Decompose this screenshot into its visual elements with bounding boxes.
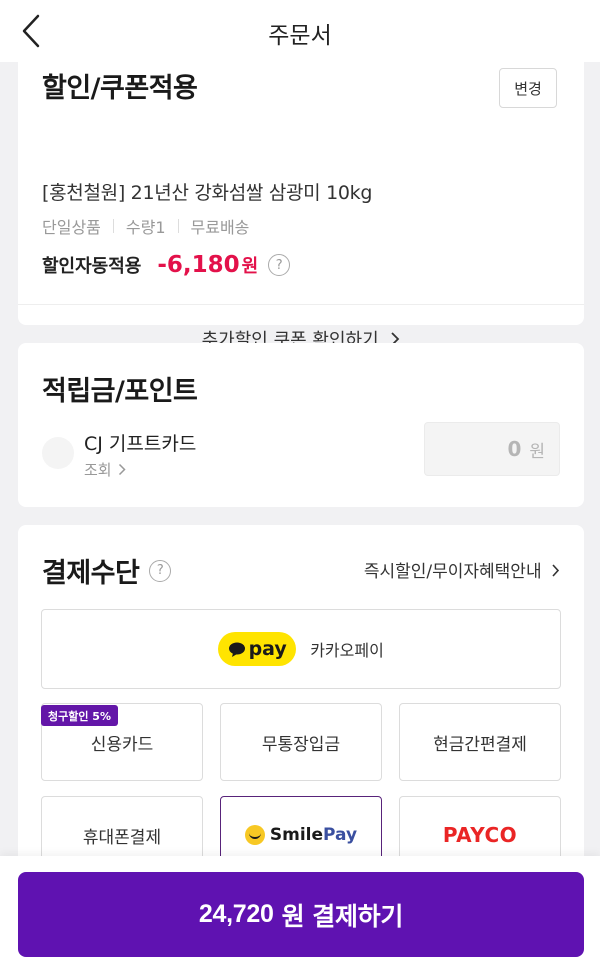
points-value: 0 (507, 437, 522, 461)
kakaopay-option[interactable]: pay 카카오페이 (41, 609, 561, 689)
chevron-right-icon (119, 463, 126, 476)
section-title: 할인/쿠폰적용 (42, 73, 198, 104)
kakaopay-label: 카카오페이 (310, 641, 384, 660)
promo-badge: 청구할인 5% (41, 705, 118, 726)
view-label: 조회 (84, 461, 112, 479)
benefit-link-label: 즉시할인/무이자혜택안내 (363, 562, 542, 582)
change-button[interactable]: 변경 (499, 68, 557, 108)
option-label: 현금간편결제 (433, 734, 527, 755)
points-amount-input[interactable]: 0 원 (424, 422, 560, 476)
cj-giftcard-radio[interactable] (42, 437, 74, 469)
pay-action-label: 결제하기 (312, 902, 404, 931)
auto-discount-row: 할인자동적용 -6,180 원 ? (42, 252, 291, 278)
meta-quantity: 수량1 (125, 218, 166, 237)
currency-unit: 원 (529, 441, 545, 462)
currency-unit: 원 (241, 256, 259, 277)
option-label: 신용카드 (90, 734, 154, 755)
chevron-right-icon (552, 564, 560, 577)
cash-easy-pay-option[interactable]: 현금간편결제 (399, 703, 561, 781)
page-title: 주문서 (268, 23, 332, 49)
product-meta: 단일상품 수량1 무료배송 (42, 214, 249, 238)
section-title: 결제수단 (42, 558, 140, 589)
help-icon[interactable]: ? (149, 559, 172, 582)
divider (112, 219, 114, 233)
currency-unit: 원 (281, 902, 305, 931)
product-name: [홍천철원] 21년산 강화섬쌀 삼광미 10kg (42, 182, 373, 204)
points-section: 적립금/포인트 CJ 기프트카드 조회 0 원 (18, 343, 584, 507)
meta-shipping: 무료배송 (190, 218, 250, 237)
discount-coupon-section: 할인/쿠폰적용 변경 [홍천철원] 21년산 강화섬쌀 삼광미 10kg 단일상… (18, 54, 584, 351)
auto-discount-label: 할인자동적용 (42, 256, 142, 277)
kakaopay-logo: pay (218, 632, 297, 666)
payment-title-row: 결제수단 ? (42, 551, 172, 590)
divider (177, 219, 179, 233)
smile-text: Smile (269, 825, 324, 845)
speech-bubble-icon (228, 642, 245, 657)
kakao-badge-text: pay (248, 638, 287, 660)
smile-icon (244, 825, 265, 845)
payco-logo: PAYCO (442, 823, 518, 847)
benefit-info-link[interactable]: 즉시할인/무이자혜택안내 (364, 557, 560, 582)
option-label: 무통장입금 (261, 734, 341, 755)
bank-transfer-option[interactable]: 무통장입금 (220, 703, 382, 781)
bottom-action-bar: 24,720 원 결제하기 (0, 856, 600, 968)
auto-discount-amount: -6,180 (157, 252, 240, 278)
pay-text: Pay (323, 825, 358, 845)
cj-view-link[interactable]: 조회 (84, 459, 126, 480)
app-header: 주문서 (0, 0, 600, 62)
divider (18, 304, 584, 305)
pay-submit-button[interactable]: 24,720 원 결제하기 (18, 872, 584, 957)
option-label: 휴대폰결제 (82, 827, 162, 848)
help-icon[interactable]: ? (268, 254, 291, 276)
meta-type: 단일상품 (42, 218, 101, 237)
smilepay-logo: Smile Pay (244, 825, 358, 845)
section-title: 적립금/포인트 (42, 376, 198, 407)
cj-giftcard-label: CJ 기프트카드 (84, 433, 197, 455)
total-amount: 24,720 (198, 900, 274, 928)
